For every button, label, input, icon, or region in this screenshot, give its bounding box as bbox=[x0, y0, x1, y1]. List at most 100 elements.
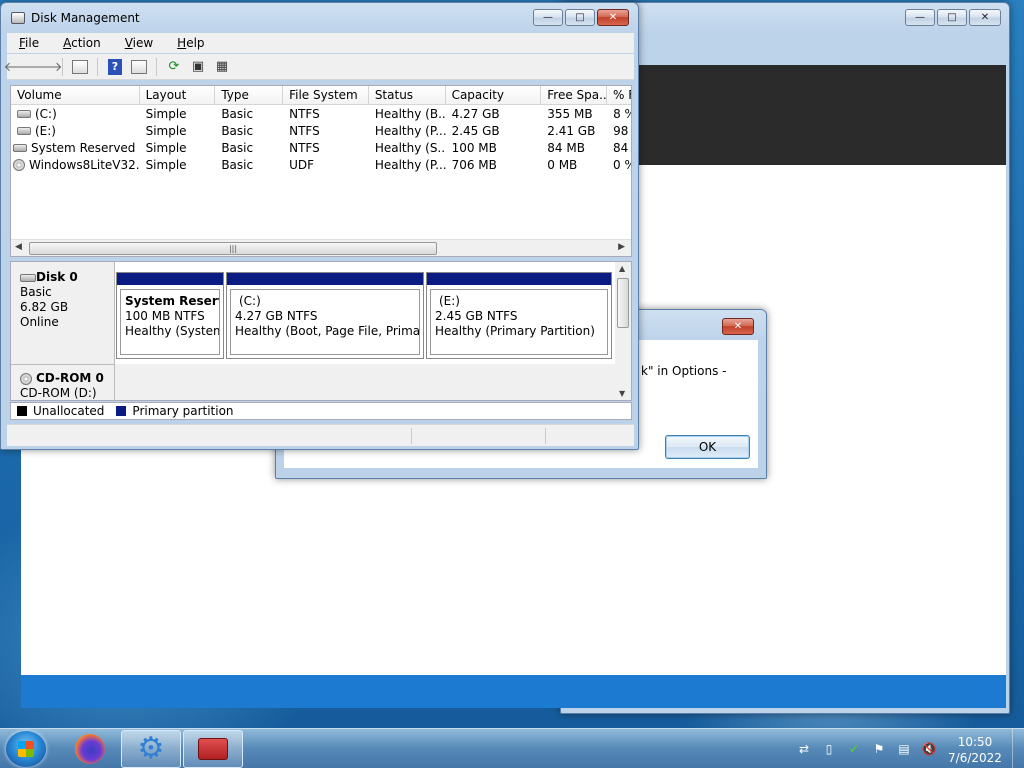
drive-icon bbox=[17, 127, 31, 135]
column-header-type[interactable]: Type bbox=[215, 86, 284, 104]
toolbox-icon bbox=[198, 738, 228, 760]
column-header-free-space[interactable]: Free Spa... bbox=[541, 86, 608, 104]
table-row[interactable]: System Reserved Simple Basic NTFS Health… bbox=[11, 139, 631, 156]
column-header-volume[interactable]: Volume bbox=[11, 86, 140, 104]
usb-icon[interactable]: ▯ bbox=[821, 741, 837, 757]
window-title: Disk Management bbox=[11, 11, 140, 25]
hard-disk-icon bbox=[20, 273, 36, 282]
background-window-footer-bar bbox=[21, 675, 1006, 708]
partition-c[interactable]: (C:) 4.27 GB NTFS Healthy (Boot, Page Fi… bbox=[226, 272, 424, 359]
column-header-status[interactable]: Status bbox=[369, 86, 446, 104]
export-list-icon[interactable]: ▦ bbox=[212, 57, 232, 77]
scroll-down-arrow-icon[interactable]: ▼ bbox=[619, 389, 625, 398]
network-icon[interactable]: ⇄ bbox=[796, 741, 812, 757]
background-window-caption-buttons: — □ ✕ bbox=[905, 9, 1001, 26]
cd-drive-icon bbox=[20, 372, 32, 385]
status-bar-divider bbox=[411, 428, 412, 444]
drive-icon bbox=[13, 144, 27, 152]
firefox-icon bbox=[75, 734, 105, 764]
ok-button[interactable]: OK bbox=[665, 435, 750, 459]
primary-partition-swatch bbox=[116, 406, 127, 416]
taskbar-toolbox[interactable] bbox=[183, 730, 243, 768]
scroll-right-arrow-icon[interactable]: ▶ bbox=[618, 242, 625, 252]
column-header-layout[interactable]: Layout bbox=[140, 86, 216, 104]
windows-logo-icon bbox=[18, 741, 34, 757]
help-icon[interactable]: ? bbox=[105, 57, 125, 77]
menu-view[interactable]: View bbox=[113, 36, 165, 50]
dialog-caption-buttons: ✕ bbox=[722, 318, 754, 335]
dialog-close-button[interactable]: ✕ bbox=[722, 318, 754, 335]
menu-help[interactable]: Help bbox=[165, 36, 216, 50]
window-caption-buttons: — □ ✕ bbox=[533, 9, 629, 26]
toolbar: 🡐 🡒 ? ⟳ ▣ ▦ bbox=[4, 54, 634, 80]
system-tray: ⇄ ▯ ✔ ⚑ ▤ 🔇 bbox=[796, 741, 937, 757]
background-window-dark-header bbox=[639, 65, 1006, 165]
toolbar-separator bbox=[62, 57, 63, 76]
volume-list: Volume Layout Type File System Status Ca… bbox=[10, 85, 632, 257]
refresh-icon[interactable]: ⟳ bbox=[164, 57, 184, 77]
taskbar: ⚙ ⇄ ▯ ✔ ⚑ ▤ 🔇 10:50 7/6/2022 bbox=[0, 728, 1024, 768]
partition-color-bar bbox=[117, 273, 223, 285]
vertical-scrollbar[interactable]: ▲ ▼ bbox=[615, 262, 631, 400]
clock-date: 7/6/2022 bbox=[948, 751, 1002, 765]
menu-file[interactable]: File bbox=[7, 36, 51, 50]
maximize-button[interactable]: □ bbox=[937, 9, 967, 26]
table-row[interactable]: (C:) Simple Basic NTFS Healthy (B... 4.2… bbox=[11, 105, 631, 122]
partition-e[interactable]: (E:) 2.45 GB NTFS Healthy (Primary Parti… bbox=[426, 272, 612, 359]
drive-icon bbox=[17, 110, 31, 118]
column-header-file-system[interactable]: File System bbox=[283, 86, 369, 104]
legend-unallocated: Unallocated bbox=[33, 404, 105, 418]
column-header-capacity[interactable]: Capacity bbox=[446, 86, 542, 104]
disk0-label[interactable]: Disk 0 Basic 6.82 GB Online bbox=[11, 262, 115, 364]
horizontal-scrollbar[interactable]: ◀ ||| ▶ bbox=[11, 239, 631, 256]
status-bar-divider bbox=[545, 428, 546, 444]
disk-graphical-view: Disk 0 Basic 6.82 GB Online System Reser… bbox=[10, 261, 632, 401]
partition-color-bar bbox=[427, 273, 611, 285]
rescan-icon[interactable]: ▣ bbox=[188, 57, 208, 77]
toolbar-separator bbox=[97, 57, 98, 76]
show-hide-tree-icon[interactable] bbox=[70, 57, 90, 77]
partition-color-bar bbox=[227, 273, 423, 285]
disk-management-icon bbox=[11, 12, 25, 24]
volume-muted-icon[interactable]: 🔇 bbox=[921, 741, 937, 757]
display-icon[interactable]: ▤ bbox=[896, 741, 912, 757]
legend: Unallocated Primary partition bbox=[10, 402, 632, 420]
scrollbar-thumb[interactable]: ||| bbox=[29, 242, 437, 255]
disk-management-window: Disk Management — □ ✕ File Action View H… bbox=[0, 2, 639, 450]
cdrom0-label[interactable]: CD-ROM 0 CD-ROM (D:) bbox=[11, 364, 115, 400]
minimize-button[interactable]: — bbox=[905, 9, 935, 26]
close-button[interactable]: ✕ bbox=[969, 9, 1001, 26]
show-desktop-button[interactable] bbox=[1012, 729, 1024, 768]
scrollbar-thumb[interactable] bbox=[617, 278, 629, 328]
partition-system-reserved[interactable]: System Reservec 100 MB NTFS Healthy (Sys… bbox=[116, 272, 224, 359]
menu-bar: File Action View Help bbox=[7, 33, 634, 53]
minimize-button[interactable]: — bbox=[533, 9, 563, 26]
taskbar-firefox[interactable] bbox=[60, 730, 120, 768]
column-header-percent-free[interactable]: % F bbox=[607, 86, 631, 104]
settings-gears-icon: ⚙ bbox=[137, 731, 165, 766]
start-button[interactable] bbox=[6, 731, 46, 767]
window-title-text: Disk Management bbox=[31, 11, 140, 25]
maximize-button[interactable]: □ bbox=[565, 9, 595, 26]
forward-arrow-icon[interactable]: 🡒 bbox=[28, 57, 63, 77]
legend-primary: Primary partition bbox=[132, 404, 234, 418]
cdrom0-area[interactable] bbox=[115, 364, 615, 400]
volume-list-header: Volume Layout Type File System Status Ca… bbox=[11, 86, 631, 105]
security-shield-icon[interactable]: ✔ bbox=[846, 741, 862, 757]
cd-drive-icon bbox=[13, 159, 25, 171]
clock-time: 10:50 bbox=[957, 735, 993, 749]
action-center-flag-icon[interactable]: ⚑ bbox=[871, 741, 887, 757]
scroll-left-arrow-icon[interactable]: ◀ bbox=[15, 242, 22, 252]
unallocated-swatch bbox=[17, 406, 27, 416]
status-bar bbox=[7, 424, 634, 446]
dialog-message-text: k" in Options - bbox=[641, 364, 727, 378]
properties-icon[interactable] bbox=[129, 57, 149, 77]
table-row[interactable]: Windows8LiteV32... Simple Basic UDF Heal… bbox=[11, 156, 631, 173]
scroll-up-arrow-icon[interactable]: ▲ bbox=[619, 264, 625, 273]
menu-action[interactable]: Action bbox=[51, 36, 113, 50]
toolbar-separator bbox=[156, 57, 157, 76]
taskbar-settings[interactable]: ⚙ bbox=[121, 730, 181, 768]
clock[interactable]: 10:50 7/6/2022 bbox=[940, 734, 1010, 766]
table-row[interactable]: (E:) Simple Basic NTFS Healthy (P... 2.4… bbox=[11, 122, 631, 139]
close-button[interactable]: ✕ bbox=[597, 9, 629, 26]
